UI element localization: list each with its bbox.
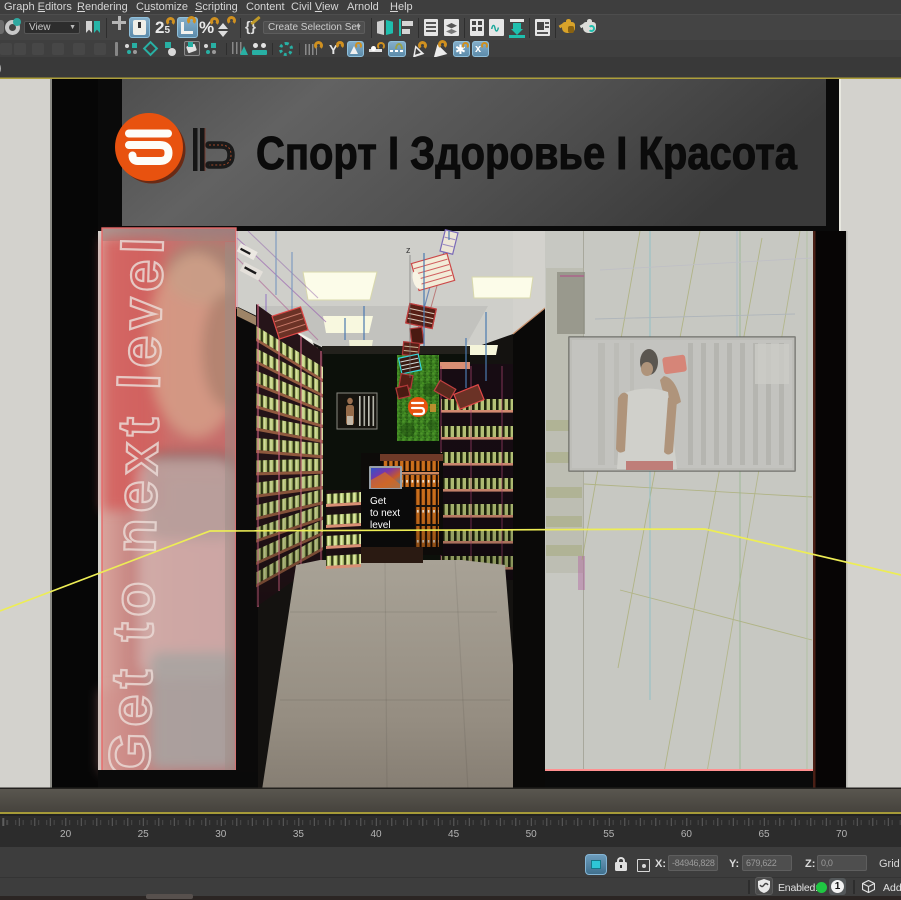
- svg-text:Спорт I Здоровье I Красота: Спорт I Здоровье I Красота: [256, 127, 797, 179]
- svg-text:level: level: [370, 520, 391, 531]
- svg-text:z: z: [406, 245, 411, 255]
- svg-text:to next: to next: [370, 508, 400, 519]
- svg-text:Get: Get: [370, 496, 386, 507]
